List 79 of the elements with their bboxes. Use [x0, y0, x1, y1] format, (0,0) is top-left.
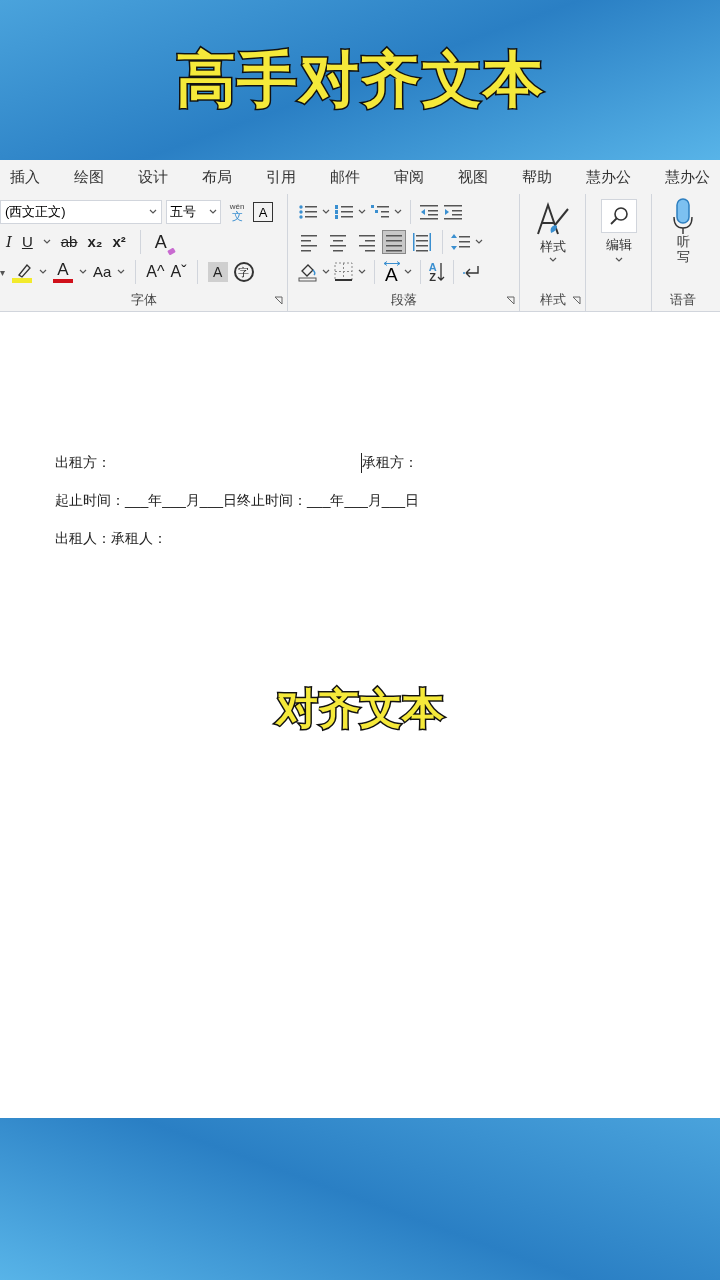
menu-tab[interactable]: 布局 — [198, 165, 236, 189]
eraser-icon[interactable] — [166, 246, 176, 256]
menu-tab[interactable]: 邮件 — [326, 165, 364, 189]
caret-icon[interactable] — [614, 256, 623, 263]
decrease-indent-icon[interactable] — [419, 203, 439, 221]
menu-tab[interactable]: 慧办公 — [582, 165, 635, 189]
document-text: 出租人：承租人： — [55, 529, 168, 548]
caret-icon[interactable] — [358, 209, 366, 215]
brush-icon[interactable] — [534, 201, 571, 237]
borders-icon[interactable] — [334, 262, 354, 282]
dialog-launcher-icon[interactable] — [506, 296, 515, 305]
group-label: 字体 — [130, 291, 157, 310]
font-color-button[interactable]: A — [53, 261, 73, 283]
group-label: 段落 — [390, 291, 417, 310]
styles-button[interactable]: 样式 — [534, 199, 571, 263]
distributed-button[interactable] — [410, 230, 434, 254]
caret-icon[interactable] — [79, 269, 87, 275]
text-direction-button[interactable]: A — [383, 260, 400, 284]
menu-tab[interactable]: 慧办公 — [661, 165, 714, 189]
enclose-characters-button[interactable]: 字 — [233, 262, 254, 282]
justify-button[interactable] — [382, 230, 406, 254]
dialog-launcher-icon[interactable] — [274, 296, 283, 305]
font-name-dropdown[interactable]: (西文正文) — [0, 200, 162, 224]
caret-icon[interactable] — [403, 269, 412, 275]
dictate-button[interactable]: 听写 — [671, 197, 695, 265]
character-border-button[interactable]: A — [253, 202, 273, 222]
underline-button[interactable]: U — [21, 230, 33, 254]
caret-icon[interactable] — [322, 269, 330, 275]
caret-icon[interactable] — [394, 209, 402, 215]
caret-icon[interactable] — [475, 239, 483, 245]
paint-bucket-icon[interactable] — [298, 262, 318, 282]
shrink-font-button[interactable]: Aˇ — [170, 260, 187, 284]
grow-font-button[interactable]: A^ — [146, 260, 165, 284]
caret-icon[interactable] — [358, 269, 366, 275]
numbered-list-icon[interactable] — [334, 203, 354, 221]
caret-icon[interactable] — [149, 209, 157, 215]
group-label: 样式 — [539, 291, 566, 310]
caret-icon[interactable] — [39, 269, 47, 275]
caret-icon[interactable] — [117, 269, 126, 275]
menu-tab[interactable]: 设计 — [134, 165, 172, 189]
subscript-button[interactable]: x₂ — [87, 230, 103, 254]
superscript-button[interactable]: x² — [112, 230, 126, 254]
text-cursor — [361, 452, 362, 473]
phonetic-guide-button[interactable]: wén 文 — [225, 202, 249, 222]
menu-tab[interactable]: 插入 — [6, 165, 44, 189]
menu-tab[interactable]: 绘图 — [70, 165, 108, 189]
font-size-dropdown[interactable]: 五号 — [166, 200, 221, 224]
document-text: 出租方： — [55, 453, 112, 472]
menu-tab[interactable]: 帮助 — [518, 165, 556, 189]
document-text: 承租方： — [362, 453, 418, 472]
multilevel-list-icon[interactable] — [370, 203, 390, 221]
down-arrow-icon[interactable] — [436, 262, 445, 282]
caret-icon[interactable] — [42, 239, 51, 245]
italic-button[interactable]: I — [6, 230, 12, 254]
strikethrough-button[interactable]: ab — [60, 230, 78, 254]
character-shading-button[interactable]: A — [207, 262, 228, 282]
caption-text: 对齐文本 — [276, 684, 444, 734]
caret-icon[interactable] — [209, 209, 217, 215]
microphone-icon[interactable] — [671, 197, 695, 235]
font-size-value: 五号 — [170, 203, 196, 222]
menu-tab[interactable]: 引用 — [262, 165, 300, 189]
group-label: 语音 — [670, 291, 696, 310]
dialog-launcher-icon[interactable] — [572, 296, 581, 305]
line-spacing-icon[interactable] — [451, 233, 471, 251]
caret-icon[interactable] — [548, 256, 557, 263]
search-icon[interactable] — [608, 206, 629, 226]
menu-tab[interactable]: 视图 — [454, 165, 492, 189]
sort-button[interactable]: A Z — [428, 262, 445, 282]
change-case-button[interactable]: Aa — [93, 260, 112, 284]
document-text: 起止时间：___年___月___日终止时间：___年___月___日 — [55, 491, 421, 510]
font-name-value: (西文正文) — [5, 203, 66, 222]
arrows-icon[interactable] — [383, 260, 401, 266]
caret-icon[interactable] — [322, 209, 330, 215]
dropdown-arrow[interactable]: ▾ — [0, 264, 5, 280]
clear-formatting-button[interactable]: A — [154, 228, 176, 256]
menu-tab[interactable]: 审阅 — [390, 165, 428, 189]
increase-indent-icon[interactable] — [443, 203, 463, 221]
banner-title: 高手对齐文本 — [175, 45, 545, 115]
bullet-list-icon[interactable] — [298, 203, 318, 221]
